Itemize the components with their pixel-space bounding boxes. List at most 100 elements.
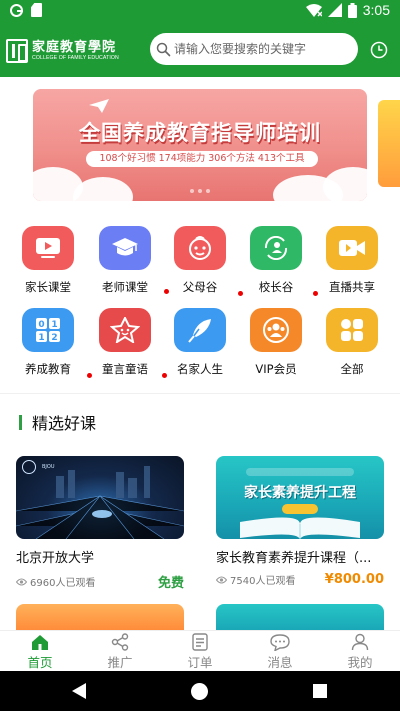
notification-dot <box>313 291 318 296</box>
tab-label: 订单 <box>187 655 213 670</box>
course-view-count: 7540人已观看 <box>216 572 295 587</box>
tab-home[interactable]: 首页 <box>0 631 80 671</box>
tab-label: 推广 <box>107 655 133 670</box>
message-icon <box>270 633 290 651</box>
recent-apps-icon[interactable] <box>313 684 327 698</box>
category-parent-valley[interactable]: 父母谷 <box>170 226 230 295</box>
quill-icon <box>174 308 226 352</box>
search-icon <box>156 42 171 56</box>
baby-face-icon <box>174 226 226 270</box>
category-label: 校长谷 <box>258 280 294 294</box>
category-kids-words[interactable]: 童言童语 <box>95 308 155 377</box>
google-icon <box>10 3 23 17</box>
course-price: ¥800.00 <box>324 572 384 587</box>
back-icon[interactable] <box>72 683 86 699</box>
eye-icon <box>16 578 27 585</box>
home-circle-icon[interactable] <box>191 683 208 700</box>
open-book-icon <box>240 517 360 539</box>
signal-icon <box>327 3 342 17</box>
star-face-icon <box>99 308 151 352</box>
system-navigation-bar <box>0 671 400 711</box>
view-count-text: 7540人已观看 <box>230 576 296 587</box>
promo-banner[interactable]: 全国养成教育指导师培训 108个好习惯 174项能力 306个方法 413个工具 <box>33 89 367 201</box>
course-card-partial[interactable] <box>216 604 384 630</box>
section-accent-bar <box>19 414 22 430</box>
sd-card-icon <box>31 3 42 17</box>
course-price: 免费 <box>157 576 184 591</box>
tab-label: 我的 <box>347 655 373 670</box>
banner-pagination <box>33 189 367 193</box>
notification-dot <box>162 373 167 378</box>
tab-messages[interactable]: 消息 <box>240 631 320 671</box>
category-label: 养成教育 <box>25 362 71 376</box>
logo-english-name: COLLEGE OF FAMILY EDUCATION <box>32 54 119 61</box>
live-camera-icon <box>326 226 378 270</box>
banner-cloud-decoration <box>323 167 367 201</box>
course-card[interactable]: 家长素养提升工程 家长教育素养提升课程（... 7540人已观看 ¥800.00 <box>216 456 384 587</box>
paper-plane-icon <box>89 99 109 113</box>
profile-icon <box>351 633 369 651</box>
category-label: 童言童语 <box>102 362 148 376</box>
tab-label: 消息 <box>267 655 293 670</box>
graduation-cap-icon <box>99 226 151 270</box>
category-live-share[interactable]: 直播共享 <box>322 226 382 295</box>
category-vip-member[interactable]: VIP会员 <box>246 308 306 377</box>
category-label: VIP会员 <box>255 362 297 376</box>
notification-dot <box>164 289 169 294</box>
tab-orders[interactable]: 订单 <box>160 631 240 671</box>
status-bar: 3:05 <box>0 0 400 23</box>
thumbnail-title: 家长素养提升工程 <box>244 485 356 501</box>
thumbnail-tagline <box>246 468 354 476</box>
category-all[interactable]: 全部 <box>322 308 382 377</box>
course-card[interactable]: BJOU 北京开放大学 6960人已观看 免费 <box>16 456 184 591</box>
featured-section-header: 精选好课 <box>19 410 96 434</box>
category-label: 父母谷 <box>182 280 218 294</box>
college-logo[interactable]: 家庭教育學院 COLLEGE OF FAMILY EDUCATION <box>6 37 142 65</box>
category-principal-valley[interactable]: 校长谷 <box>246 226 306 295</box>
category-parent-class[interactable]: 家长课堂 <box>18 226 78 295</box>
banner-title: 全国养成教育指导师培训 <box>79 121 321 145</box>
video-play-icon <box>22 226 74 270</box>
category-label: 全部 <box>340 362 364 376</box>
category-famous-life[interactable]: 名家人生 <box>170 308 230 377</box>
eye-icon <box>216 576 227 583</box>
order-icon <box>192 633 208 651</box>
bottom-tab-bar: 首页 推广 订单 消息 我的 <box>0 630 400 671</box>
tab-promote[interactable]: 推广 <box>80 631 160 671</box>
category-habit-education[interactable]: 0112 养成教育 <box>18 308 78 377</box>
logo-chinese-name: 家庭教育學院 <box>32 39 117 55</box>
notification-dot <box>238 291 243 296</box>
search-box[interactable] <box>150 33 358 65</box>
vip-people-icon <box>250 308 302 352</box>
tab-profile[interactable]: 我的 <box>320 631 400 671</box>
course-title: 北京开放大学 <box>16 551 95 566</box>
banner-subtitle: 108个好习惯 174项能力 306个方法 413个工具 <box>86 151 318 167</box>
tab-label: 首页 <box>27 655 53 670</box>
category-label: 名家人生 <box>177 362 223 376</box>
section-divider <box>0 393 400 394</box>
category-label: 直播共享 <box>329 280 375 294</box>
university-logo-icon <box>22 460 36 474</box>
status-time: 3:05 <box>362 2 390 18</box>
course-view-count: 6960人已观看 <box>16 574 95 589</box>
home-icon <box>32 634 48 650</box>
section-title: 精选好课 <box>32 414 97 433</box>
number-blocks-icon: 0112 <box>22 308 74 352</box>
wifi-icon <box>305 3 322 17</box>
svg-text:1: 1 <box>38 333 44 343</box>
category-label: 家长课堂 <box>25 280 71 294</box>
history-clock-icon[interactable] <box>370 41 388 59</box>
next-banner-preview[interactable] <box>378 100 400 187</box>
course-thumbnail: BJOU <box>16 456 184 539</box>
course-thumbnail: 家长素养提升工程 <box>216 456 384 539</box>
category-teacher-class[interactable]: 老师课堂 <box>95 226 155 295</box>
course-title: 家长教育素养提升课程（... <box>216 551 372 566</box>
svg-text:1: 1 <box>51 320 57 330</box>
search-input[interactable] <box>174 42 354 56</box>
view-count-text: 6960人已观看 <box>30 578 96 589</box>
notification-dot <box>87 373 92 378</box>
course-card-partial[interactable] <box>16 604 184 630</box>
share-icon <box>111 633 129 651</box>
all-apps-icon <box>326 308 378 352</box>
category-label: 老师课堂 <box>102 280 148 294</box>
